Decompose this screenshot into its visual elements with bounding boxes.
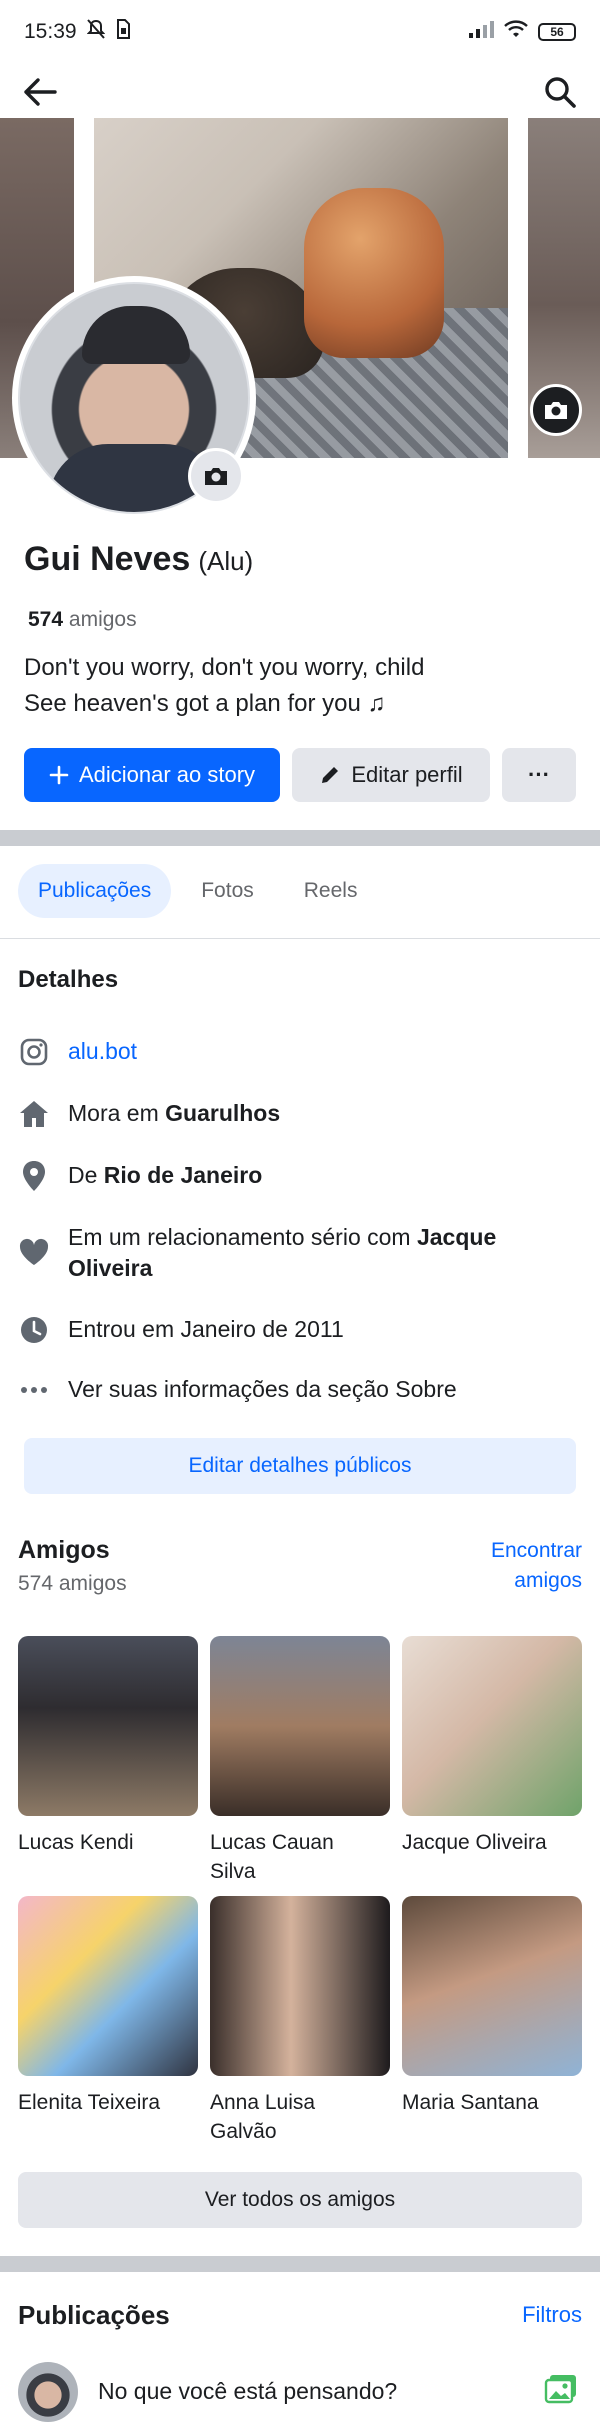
friend-photo: [18, 1636, 198, 1816]
joined-text: Entrou em Janeiro de 2011: [68, 1316, 344, 1342]
photo-icon[interactable]: [544, 2374, 578, 2409]
profile-actions: Adicionar ao story Editar perfil ···: [24, 748, 576, 802]
friend-tile[interactable]: Lucas Cauan Silva: [210, 1636, 390, 1886]
profile-tabs: Publicações Fotos Reels: [18, 864, 377, 918]
tabs-divider: [0, 938, 600, 939]
friends-count-number: 574: [28, 608, 64, 631]
details-title: Detalhes: [18, 966, 119, 993]
plus-icon: [49, 765, 69, 785]
status-time: 15:39: [24, 20, 77, 43]
profile-nickname: (Alu): [198, 546, 254, 576]
friend-photo: [402, 1636, 582, 1816]
profile-name-row: Gui Neves (Alu): [24, 540, 253, 579]
tab-fotos[interactable]: Fotos: [181, 864, 274, 918]
find-friends-line: amigos: [514, 1569, 582, 1592]
detail-relationship: Em um relacionamento sério com Jacque Ol…: [18, 1222, 584, 1284]
edit-profile-label: Editar perfil: [351, 762, 463, 787]
friend-photo: [210, 1896, 390, 2076]
find-friends-link[interactable]: Encontrar amigos: [442, 1536, 582, 1596]
detail-joined: Entrou em Janeiro de 2011: [18, 1314, 584, 1346]
cover-kitten: [304, 188, 444, 358]
find-friends-line: Encontrar: [490, 1539, 582, 1562]
heart-icon: [18, 1236, 50, 1268]
friend-tile[interactable]: Lucas Kendi: [18, 1636, 198, 1857]
friend-name: Lucas Kendi: [18, 1831, 134, 1854]
edit-public-details-button[interactable]: Editar detalhes públicos: [24, 1438, 576, 1494]
friend-photo: [18, 1896, 198, 2076]
section-separator: [0, 830, 600, 846]
search-icon[interactable]: [538, 70, 582, 114]
pencil-icon: [322, 767, 339, 783]
more-dots-label: ···: [528, 762, 550, 787]
friend-tile[interactable]: Maria Santana: [402, 1896, 582, 2117]
add-story-button[interactable]: Adicionar ao story: [24, 748, 280, 802]
friends-subtitle: 574 amigos: [18, 1572, 127, 1595]
friend-name: Lucas Cauan Silva: [210, 1831, 334, 1883]
profile-camera-icon[interactable]: [188, 448, 244, 504]
relationship-prefix: Em um relacionamento sério com: [68, 1224, 411, 1250]
instagram-icon: [18, 1036, 50, 1068]
clock-icon: [18, 1314, 50, 1346]
detail-lives-in: Mora em Guarulhos: [18, 1098, 584, 1130]
tab-publicacoes[interactable]: Publicações: [18, 864, 172, 918]
friend-name: Jacque Oliveira: [402, 1831, 547, 1854]
composer-avatar[interactable]: [18, 2362, 78, 2422]
sim-icon: [115, 19, 131, 45]
status-left: 15:39: [24, 19, 131, 45]
friend-name: Anna Luisa Galvão: [210, 2091, 316, 2143]
friend-name: Maria Santana: [402, 2091, 539, 2114]
see-all-friends-button[interactable]: Ver todos os amigos: [18, 2172, 582, 2228]
muted-bell-icon: [86, 19, 105, 45]
detail-about-link[interactable]: Ver suas informações da seção Sobre: [18, 1374, 584, 1406]
filters-link[interactable]: Filtros: [522, 2302, 582, 2328]
friend-tile[interactable]: Jacque Oliveira: [402, 1636, 582, 1857]
from-city: Rio de Janeiro: [103, 1162, 263, 1188]
top-bar: [0, 64, 600, 120]
bio-line: Don't you worry, don't you worry, child: [24, 654, 425, 681]
detail-instagram[interactable]: alu.bot: [18, 1036, 584, 1068]
add-story-label: Adicionar ao story: [78, 762, 256, 787]
instagram-handle[interactable]: alu.bot: [68, 1036, 137, 1067]
friend-name: Elenita Teixeira: [18, 2091, 161, 2114]
wifi-icon: [504, 20, 528, 44]
friend-photo: [210, 1636, 390, 1816]
more-options-button[interactable]: ···: [502, 748, 576, 802]
status-bar: 15:39 56: [0, 0, 600, 64]
status-right: 56: [468, 20, 576, 44]
tab-reels[interactable]: Reels: [284, 864, 378, 918]
bio-line: See heaven's got a plan for you ♫: [24, 690, 386, 717]
friend-tile[interactable]: Anna Luisa Galvão: [210, 1896, 390, 2146]
friends-title: Amigos: [18, 1536, 110, 1564]
posts-title: Publicações: [18, 2300, 170, 2330]
profile-name: Gui Neves: [24, 540, 191, 578]
back-arrow-icon[interactable]: [18, 70, 62, 114]
friends-count[interactable]: 574 amigos: [28, 608, 137, 632]
composer-input[interactable]: No que você está pensando?: [98, 2378, 397, 2405]
friend-tile[interactable]: Elenita Teixeira: [18, 1896, 198, 2117]
lives-city: Guarulhos: [165, 1100, 281, 1126]
detail-from: De Rio de Janeiro: [18, 1160, 584, 1192]
home-icon: [18, 1098, 50, 1130]
about-text[interactable]: Ver suas informações da seção Sobre: [68, 1374, 457, 1405]
from-prefix: De: [68, 1162, 98, 1188]
friend-photo: [402, 1896, 582, 2076]
location-pin-icon: [18, 1160, 50, 1192]
avatar-hair: [82, 306, 190, 364]
battery-icon: 56: [538, 23, 576, 41]
lives-prefix: Mora em: [68, 1100, 159, 1126]
more-dots-icon: [18, 1374, 50, 1406]
section-separator: [0, 2256, 600, 2272]
friends-count-word: amigos: [68, 608, 137, 631]
cover-camera-icon[interactable]: [530, 384, 582, 436]
profile-bio: Don't you worry, don't you worry, child …: [24, 650, 424, 722]
signal-icon: [468, 20, 494, 44]
edit-profile-button[interactable]: Editar perfil: [292, 748, 490, 802]
